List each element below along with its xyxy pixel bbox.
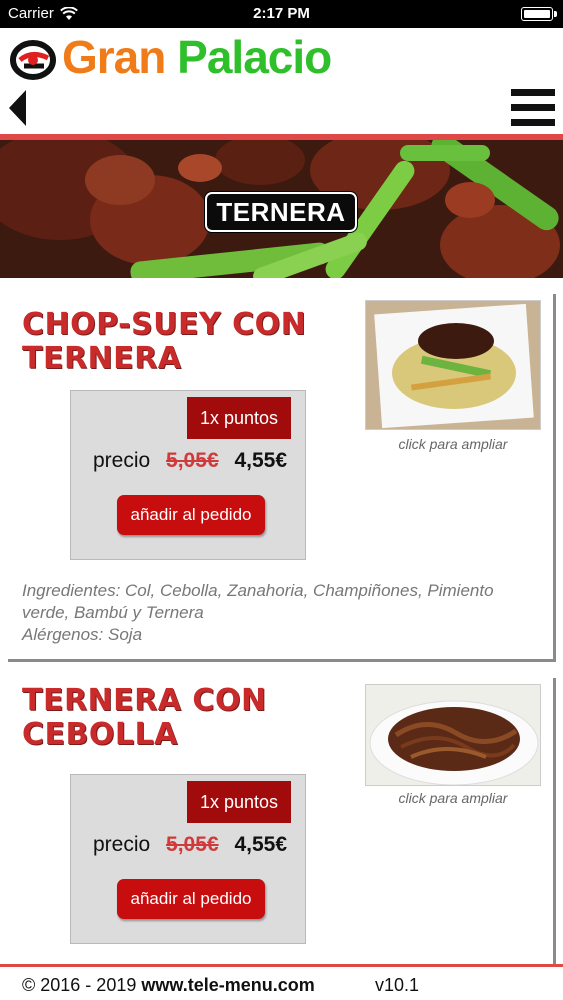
logo-icon xyxy=(10,40,56,80)
copyright-prefix: © 2016 - 2019 xyxy=(22,975,142,995)
add-to-order-button[interactable]: añadir al pedido xyxy=(117,495,265,535)
price-box: 1x puntos precio 5,05€ 4,55€ añadir al p… xyxy=(70,390,306,560)
allergens-text: Alérgenos: Soja xyxy=(22,625,143,644)
points-badge: 1x puntos xyxy=(187,781,291,823)
category-title: TERNERA xyxy=(205,192,357,232)
back-arrow-icon[interactable] xyxy=(6,88,30,128)
image-caption: click para ampliar xyxy=(398,790,508,806)
menu-item-card: TERNERA CON CEBOLLA click para ampliar 1… xyxy=(0,670,556,964)
price-row: precio 5,05€ 4,55€ xyxy=(93,833,287,857)
ingredients-text: Ingredientes: Col, Cebolla, Zanahoria, C… xyxy=(22,581,494,622)
old-price: 5,05€ xyxy=(166,449,219,472)
brand-word-gran: Gran xyxy=(62,31,166,83)
item-title: TERNERA CON CEBOLLA xyxy=(22,683,267,752)
price-label: precio xyxy=(93,833,151,856)
brand-logo-text: Gran Palacio xyxy=(62,30,332,84)
add-to-order-button[interactable]: añadir al pedido xyxy=(117,879,265,919)
card-shadow-bottom xyxy=(8,659,556,662)
site-link[interactable]: www.tele-menu.com xyxy=(141,975,314,995)
card-shadow-right xyxy=(553,678,556,964)
item-image-thumbnail[interactable] xyxy=(365,300,541,430)
image-caption: click para ampliar xyxy=(398,436,508,452)
item-title: CHOP-SUEY CON TERNERA xyxy=(22,307,307,376)
current-price: 4,55€ xyxy=(234,449,288,472)
dish-image xyxy=(366,685,540,785)
menu-item-card: CHOP-SUEY CON TERNERA click para ampliar… xyxy=(0,286,556,662)
price-row: precio 5,05€ 4,55€ xyxy=(93,449,287,473)
clock: 2:17 PM xyxy=(253,5,310,22)
status-bar: Carrier 2:17 PM xyxy=(0,0,563,28)
hamburger-menu-icon[interactable] xyxy=(511,88,555,128)
app-version: v10.1 xyxy=(375,975,420,995)
points-badge: 1x puntos xyxy=(187,397,291,439)
menu-items-list: CHOP-SUEY CON TERNERA click para ampliar… xyxy=(0,278,563,964)
item-image-thumbnail[interactable] xyxy=(365,684,541,786)
price-label: precio xyxy=(93,449,151,472)
app-header: Gran Palacio xyxy=(0,28,563,136)
category-banner: TERNERA xyxy=(0,140,563,278)
brand-word-palacio: Palacio xyxy=(177,31,332,83)
price-box: 1x puntos precio 5,05€ 4,55€ añadir al p… xyxy=(70,774,306,944)
battery-icon xyxy=(521,7,557,21)
old-price: 5,05€ xyxy=(166,833,219,856)
footer: © 2016 - 2019 www.tele-menu.com v10.1 xyxy=(0,964,563,1000)
copyright-text: © 2016 - 2019 www.tele-menu.com xyxy=(22,975,315,996)
current-price: 4,55€ xyxy=(234,833,288,856)
item-description: Ingredientes: Col, Cebolla, Zanahoria, C… xyxy=(22,580,542,646)
dish-image xyxy=(366,301,540,429)
card-shadow-right xyxy=(553,294,556,662)
